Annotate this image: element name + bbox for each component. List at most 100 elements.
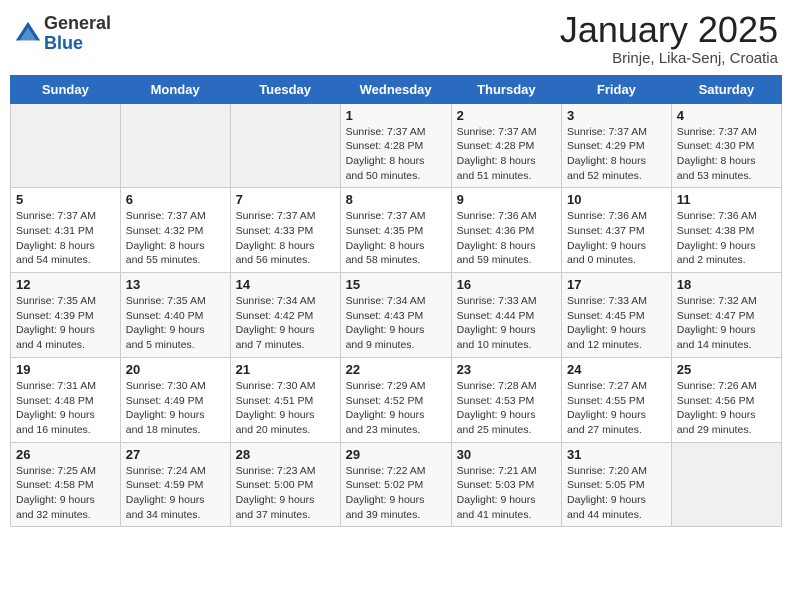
day-number: 24 (567, 362, 666, 377)
day-number: 5 (16, 192, 115, 207)
day-info: Sunrise: 7:37 AM Sunset: 4:30 PM Dayligh… (677, 125, 776, 184)
day-info: Sunrise: 7:21 AM Sunset: 5:03 PM Dayligh… (457, 464, 556, 523)
calendar-header: SundayMondayTuesdayWednesdayThursdayFrid… (11, 75, 782, 103)
day-number: 1 (346, 108, 446, 123)
calendar-cell: 28 Sunrise: 7:23 AM Sunset: 5:00 PM Dayli… (230, 442, 340, 527)
calendar-cell: 18 Sunrise: 7:32 AM Sunset: 4:47 PM Dayli… (671, 273, 781, 358)
calendar-body: 1 Sunrise: 7:37 AM Sunset: 4:28 PM Daylig… (11, 103, 782, 527)
day-info: Sunrise: 7:34 AM Sunset: 4:42 PM Dayligh… (236, 294, 335, 353)
day-number: 21 (236, 362, 335, 377)
calendar-cell: 16Sunrise: 7:33 AM Sunset: 4:44 PM Dayli… (451, 273, 561, 358)
calendar-cell: 22Sunrise: 7:29 AM Sunset: 4:52 PM Dayli… (340, 357, 451, 442)
calendar-cell: 17 Sunrise: 7:33 AM Sunset: 4:45 PM Dayli… (562, 273, 672, 358)
weekday-thursday: Thursday (451, 75, 561, 103)
calendar-cell: 24 Sunrise: 7:27 AM Sunset: 4:55 PM Dayli… (562, 357, 672, 442)
day-info: Sunrise: 7:25 AM Sunset: 4:58 PM Dayligh… (16, 464, 115, 523)
day-number: 25 (677, 362, 776, 377)
calendar-cell: 4Sunrise: 7:37 AM Sunset: 4:30 PM Daylig… (671, 103, 781, 188)
calendar-cell (230, 103, 340, 188)
day-number: 9 (457, 192, 556, 207)
location-subtitle: Brinje, Lika-Senj, Croatia (560, 50, 778, 67)
calendar-cell: 10Sunrise: 7:36 AM Sunset: 4:37 PM Dayli… (562, 188, 672, 273)
day-info: Sunrise: 7:32 AM Sunset: 4:47 PM Dayligh… (677, 294, 776, 353)
day-number: 13 (126, 277, 225, 292)
logo: General Blue (14, 14, 111, 54)
day-info: Sunrise: 7:24 AM Sunset: 4:59 PM Dayligh… (126, 464, 225, 523)
logo-icon (14, 20, 42, 48)
day-info: Sunrise: 7:37 AM Sunset: 4:32 PM Dayligh… (126, 209, 225, 268)
day-number: 17 (567, 277, 666, 292)
calendar-cell (120, 103, 230, 188)
week-row-5: 26 Sunrise: 7:25 AM Sunset: 4:58 PM Dayli… (11, 442, 782, 527)
month-title: January 2025 (560, 10, 778, 50)
day-info: Sunrise: 7:34 AM Sunset: 4:43 PM Dayligh… (346, 294, 446, 353)
day-number: 11 (677, 192, 776, 207)
calendar-cell: 25 Sunrise: 7:26 AM Sunset: 4:56 PM Dayli… (671, 357, 781, 442)
day-info: Sunrise: 7:30 AM Sunset: 4:49 PM Dayligh… (126, 379, 225, 438)
title-block: January 2025 Brinje, Lika-Senj, Croatia (560, 10, 778, 67)
logo-text: General Blue (44, 14, 111, 54)
weekday-sunday: Sunday (11, 75, 121, 103)
day-number: 27 (126, 447, 225, 462)
calendar-cell: 15 Sunrise: 7:34 AM Sunset: 4:43 PM Dayli… (340, 273, 451, 358)
day-info: Sunrise: 7:27 AM Sunset: 4:55 PM Dayligh… (567, 379, 666, 438)
calendar-cell: 21 Sunrise: 7:30 AM Sunset: 4:51 PM Dayli… (230, 357, 340, 442)
day-info: Sunrise: 7:28 AM Sunset: 4:53 PM Dayligh… (457, 379, 556, 438)
day-number: 28 (236, 447, 335, 462)
weekday-row: SundayMondayTuesdayWednesdayThursdayFrid… (11, 75, 782, 103)
calendar-cell: 7 Sunrise: 7:37 AM Sunset: 4:33 PM Daylig… (230, 188, 340, 273)
day-info: Sunrise: 7:36 AM Sunset: 4:37 PM Dayligh… (567, 209, 666, 268)
logo-general-text: General (44, 14, 111, 34)
day-info: Sunrise: 7:31 AM Sunset: 4:48 PM Dayligh… (16, 379, 115, 438)
calendar-cell: 29 Sunrise: 7:22 AM Sunset: 5:02 PM Dayli… (340, 442, 451, 527)
calendar-cell: 30Sunrise: 7:21 AM Sunset: 5:03 PM Dayli… (451, 442, 561, 527)
calendar-cell: 9Sunrise: 7:36 AM Sunset: 4:36 PM Daylig… (451, 188, 561, 273)
day-info: Sunrise: 7:22 AM Sunset: 5:02 PM Dayligh… (346, 464, 446, 523)
calendar-cell: 1 Sunrise: 7:37 AM Sunset: 4:28 PM Daylig… (340, 103, 451, 188)
day-number: 3 (567, 108, 666, 123)
logo-blue-text: Blue (44, 34, 111, 54)
weekday-monday: Monday (120, 75, 230, 103)
weekday-saturday: Saturday (671, 75, 781, 103)
day-number: 6 (126, 192, 225, 207)
week-row-3: 12 Sunrise: 7:35 AM Sunset: 4:39 PM Dayli… (11, 273, 782, 358)
day-info: Sunrise: 7:23 AM Sunset: 5:00 PM Dayligh… (236, 464, 335, 523)
day-info: Sunrise: 7:37 AM Sunset: 4:31 PM Dayligh… (16, 209, 115, 268)
calendar-cell: 31Sunrise: 7:20 AM Sunset: 5:05 PM Dayli… (562, 442, 672, 527)
week-row-1: 1 Sunrise: 7:37 AM Sunset: 4:28 PM Daylig… (11, 103, 782, 188)
day-number: 26 (16, 447, 115, 462)
day-number: 12 (16, 277, 115, 292)
calendar-cell: 23 Sunrise: 7:28 AM Sunset: 4:53 PM Dayli… (451, 357, 561, 442)
calendar-cell (671, 442, 781, 527)
calendar-cell: 27 Sunrise: 7:24 AM Sunset: 4:59 PM Dayli… (120, 442, 230, 527)
day-info: Sunrise: 7:37 AM Sunset: 4:35 PM Dayligh… (346, 209, 446, 268)
calendar-cell: 20Sunrise: 7:30 AM Sunset: 4:49 PM Dayli… (120, 357, 230, 442)
calendar-cell: 3 Sunrise: 7:37 AM Sunset: 4:29 PM Daylig… (562, 103, 672, 188)
day-info: Sunrise: 7:37 AM Sunset: 4:33 PM Dayligh… (236, 209, 335, 268)
day-number: 23 (457, 362, 556, 377)
day-info: Sunrise: 7:37 AM Sunset: 4:28 PM Dayligh… (346, 125, 446, 184)
day-info: Sunrise: 7:30 AM Sunset: 4:51 PM Dayligh… (236, 379, 335, 438)
day-number: 18 (677, 277, 776, 292)
weekday-friday: Friday (562, 75, 672, 103)
day-info: Sunrise: 7:35 AM Sunset: 4:40 PM Dayligh… (126, 294, 225, 353)
day-number: 14 (236, 277, 335, 292)
weekday-tuesday: Tuesday (230, 75, 340, 103)
day-number: 31 (567, 447, 666, 462)
calendar-cell: 8Sunrise: 7:37 AM Sunset: 4:35 PM Daylig… (340, 188, 451, 273)
day-number: 15 (346, 277, 446, 292)
page-header: General Blue January 2025 Brinje, Lika-S… (10, 10, 782, 67)
day-number: 7 (236, 192, 335, 207)
day-info: Sunrise: 7:33 AM Sunset: 4:44 PM Dayligh… (457, 294, 556, 353)
day-info: Sunrise: 7:37 AM Sunset: 4:29 PM Dayligh… (567, 125, 666, 184)
day-info: Sunrise: 7:26 AM Sunset: 4:56 PM Dayligh… (677, 379, 776, 438)
week-row-2: 5 Sunrise: 7:37 AM Sunset: 4:31 PM Daylig… (11, 188, 782, 273)
day-number: 2 (457, 108, 556, 123)
calendar-cell: 12 Sunrise: 7:35 AM Sunset: 4:39 PM Dayli… (11, 273, 121, 358)
calendar-cell: 19Sunrise: 7:31 AM Sunset: 4:48 PM Dayli… (11, 357, 121, 442)
day-info: Sunrise: 7:37 AM Sunset: 4:28 PM Dayligh… (457, 125, 556, 184)
day-info: Sunrise: 7:35 AM Sunset: 4:39 PM Dayligh… (16, 294, 115, 353)
week-row-4: 19Sunrise: 7:31 AM Sunset: 4:48 PM Dayli… (11, 357, 782, 442)
day-number: 29 (346, 447, 446, 462)
day-info: Sunrise: 7:33 AM Sunset: 4:45 PM Dayligh… (567, 294, 666, 353)
